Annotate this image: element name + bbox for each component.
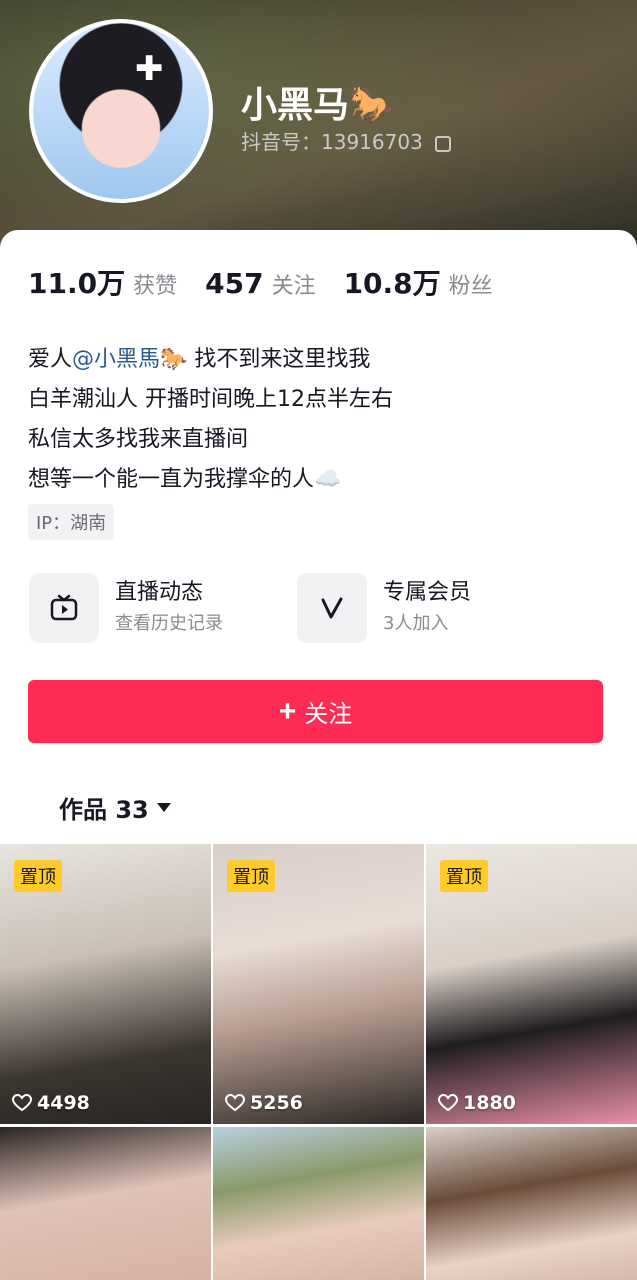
plus-icon: ✚ <box>135 49 164 89</box>
feature-title: 专属会员 <box>383 580 472 605</box>
heart-icon <box>12 1094 32 1112</box>
douyin-id[interactable]: 抖音号：13916703 <box>241 126 452 155</box>
follow-button[interactable]: + 关注 <box>28 680 603 743</box>
feature-title: 直播动态 <box>115 580 204 605</box>
tab-works[interactable]: 作品 33 <box>59 790 171 825</box>
member-entry[interactable]: 专属会员 3人加入 <box>297 573 471 643</box>
live-history-entry[interactable]: 直播动态 查看历史记录 <box>29 573 223 643</box>
plus-icon: + <box>278 694 297 728</box>
copy-icon[interactable] <box>435 135 452 152</box>
douyin-id-text: 抖音号：13916703 <box>241 130 423 154</box>
like-count-value: 5256 <box>250 1092 303 1114</box>
caret-down-icon <box>156 803 171 812</box>
username: 小黑马🐎 <box>241 85 394 126</box>
live-tv-icon <box>29 573 99 643</box>
likes-count: 11.0万 <box>28 267 126 300</box>
bio-mention[interactable]: @小黑馬🐎 <box>72 347 187 372</box>
video-tile[interactable]: 置顶 1880 <box>426 844 637 1124</box>
like-count: 4498 <box>12 1092 90 1114</box>
bio-line-3: 私信太多找我来直播间 <box>28 427 249 452</box>
following-label[interactable]: 关注 <box>272 268 316 300</box>
pinned-badge: 置顶 <box>227 860 275 892</box>
bio-line-1: 爱人@小黑馬🐎 找不到来这里找我 <box>28 340 393 380</box>
followers-label[interactable]: 粉丝 <box>449 268 493 300</box>
bio: 爱人@小黑馬🐎 找不到来这里找我 白羊潮汕人 开播时间晚上12点半左右 私信太多… <box>28 340 393 500</box>
like-count: 5256 <box>225 1092 303 1114</box>
video-tile[interactable] <box>0 1127 211 1280</box>
like-count-value: 4498 <box>37 1092 90 1114</box>
bio-line-2: 白羊潮汕人 开播时间晚上12点半左右 <box>28 387 393 412</box>
like-count-value: 1880 <box>463 1092 516 1114</box>
bio-line-4: 想等一个能一直为我撑伞的人☁️ <box>28 467 342 492</box>
bio-line-1-prefix: 爱人 <box>28 347 73 372</box>
avatar-image: ✚ <box>33 23 209 199</box>
avatar[interactable]: ✚ <box>29 19 213 203</box>
video-tile[interactable] <box>426 1127 637 1280</box>
following-count[interactable]: 457 <box>205 267 263 300</box>
ip-location-tag: IP：湖南 <box>28 504 115 540</box>
video-tile[interactable]: 置顶 5256 <box>213 844 424 1124</box>
video-tile[interactable] <box>213 1127 424 1280</box>
video-tile[interactable]: 置顶 4498 <box>0 844 211 1124</box>
bio-line-1-suffix: 找不到来这里找我 <box>187 347 371 372</box>
heart-icon <box>438 1094 458 1112</box>
v-member-icon <box>297 573 367 643</box>
followers-count[interactable]: 10.8万 <box>344 262 441 302</box>
tab-works-label: 作品 33 <box>59 796 149 824</box>
like-count: 1880 <box>438 1092 516 1114</box>
pinned-badge: 置顶 <box>440 860 488 892</box>
likes-label: 获赞 <box>133 274 178 299</box>
heart-icon <box>225 1094 245 1112</box>
stats-bar: 11.0万 获赞 457 关注 10.8万 粉丝 <box>28 262 521 302</box>
pinned-badge: 置顶 <box>14 860 62 892</box>
feature-subtitle: 3人加入 <box>383 613 449 634</box>
feature-subtitle: 查看历史记录 <box>115 613 223 634</box>
follow-button-label: 关注 <box>304 701 353 728</box>
